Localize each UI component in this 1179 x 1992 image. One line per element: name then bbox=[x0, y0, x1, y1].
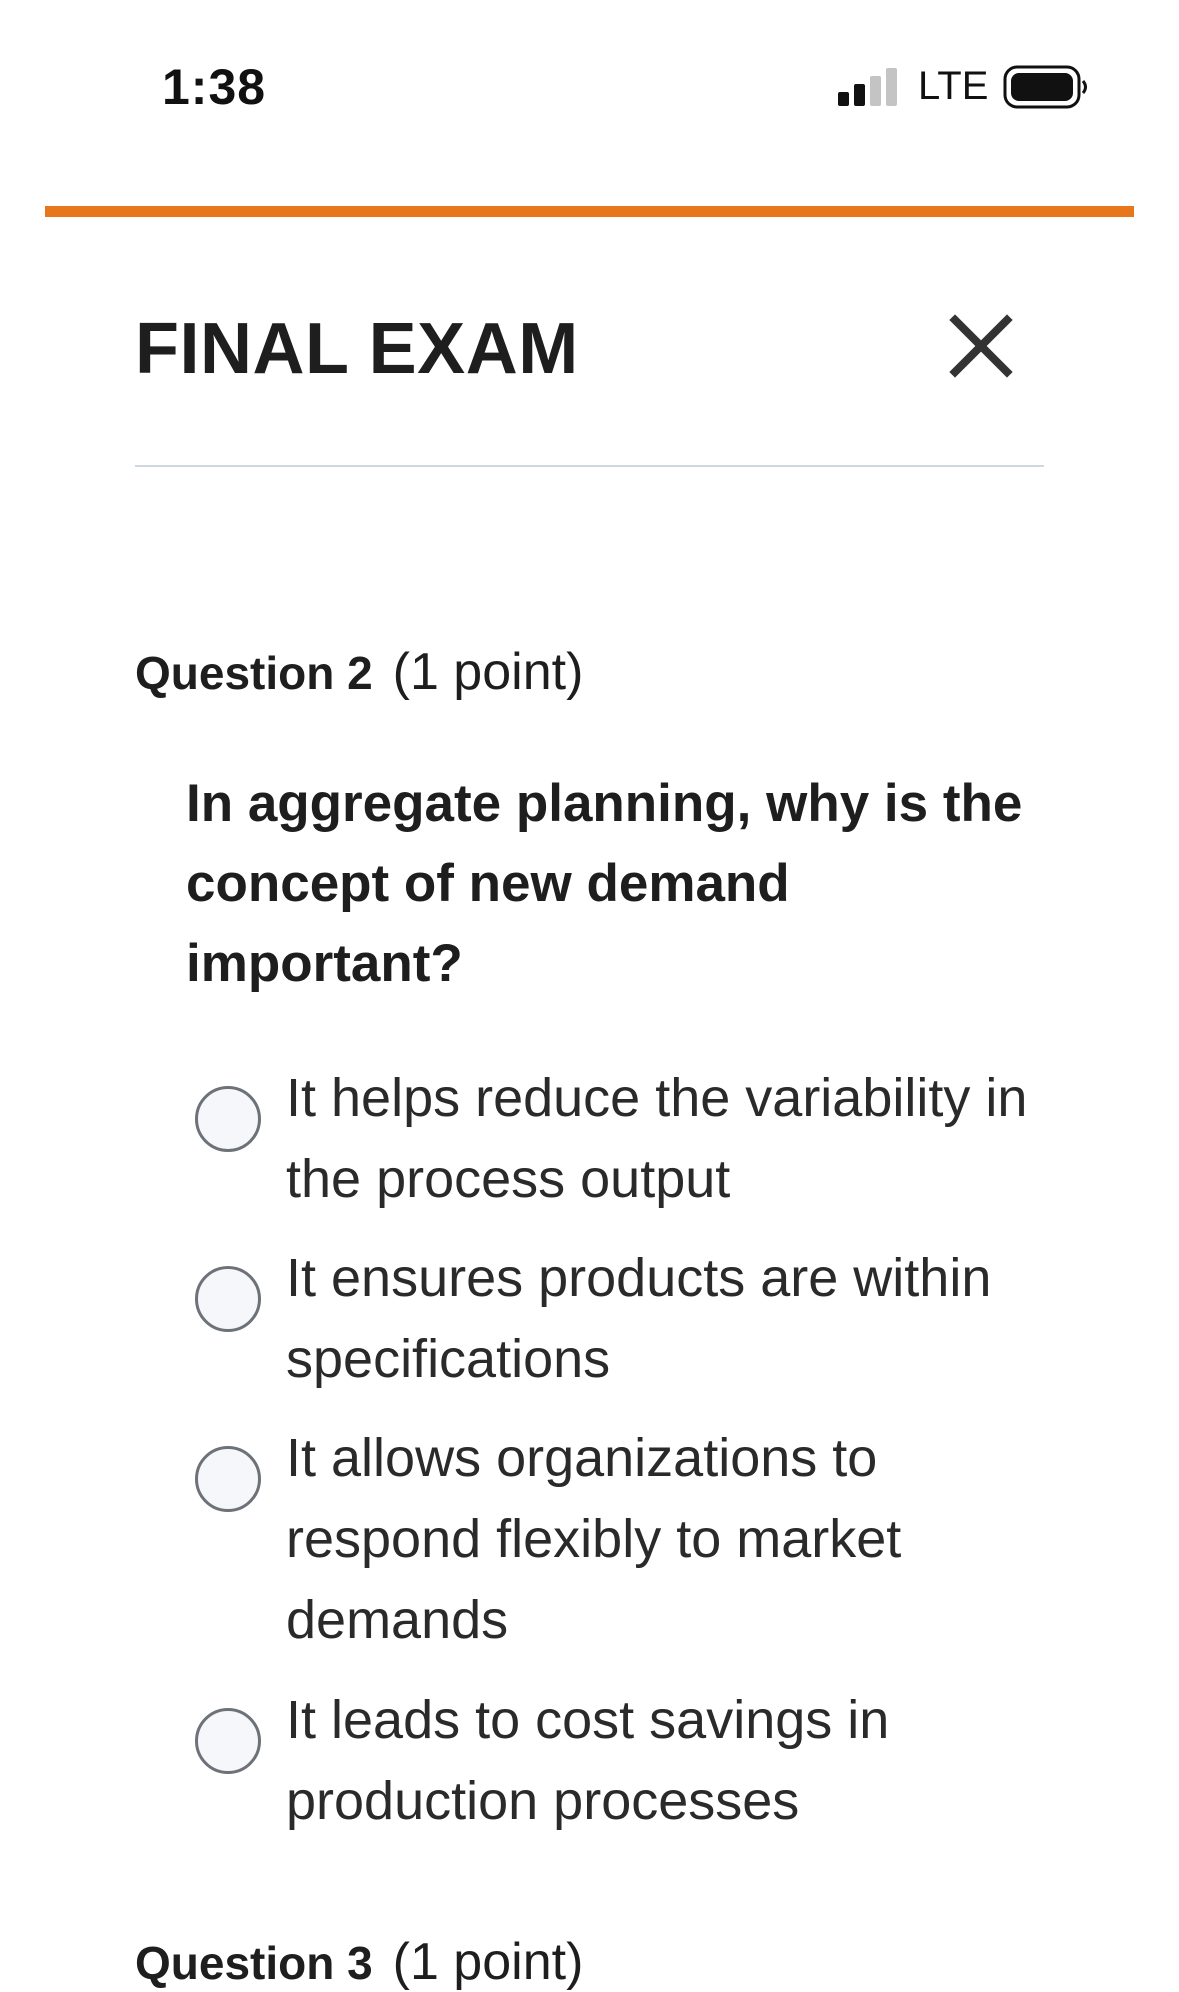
battery-icon bbox=[1003, 65, 1087, 109]
answer-option-label[interactable]: It leads to cost savings in production p… bbox=[286, 1680, 1086, 1842]
close-icon[interactable] bbox=[945, 310, 1017, 382]
question-header: Question 2 (1 point) bbox=[135, 642, 583, 702]
close-button[interactable] bbox=[945, 310, 1017, 382]
radio-button[interactable] bbox=[195, 1266, 261, 1332]
answer-option-label[interactable]: It ensures products are within specifica… bbox=[286, 1238, 1086, 1400]
radio-button[interactable] bbox=[195, 1086, 261, 1152]
next-question-points: (1 point) bbox=[392, 1933, 584, 1991]
status-time: 1:38 bbox=[162, 59, 267, 115]
cellular-signal-icon bbox=[838, 68, 897, 106]
header-divider bbox=[135, 465, 1044, 467]
next-question-number: Question 3 bbox=[135, 1937, 373, 1989]
answer-option-label[interactable]: It allows organizations to respond flexi… bbox=[286, 1418, 1086, 1661]
accent-bar bbox=[45, 206, 1134, 217]
status-bar: 1:38 LTE bbox=[0, 0, 1179, 180]
page-title: FINAL EXAM bbox=[135, 309, 579, 389]
question-text: In aggregate planning, why is the concep… bbox=[186, 774, 1023, 993]
radio-button[interactable] bbox=[195, 1708, 261, 1774]
question-points: (1 point) bbox=[392, 643, 584, 701]
answer-option-label[interactable]: It helps reduce the variability in the p… bbox=[286, 1058, 1086, 1220]
network-label: LTE bbox=[918, 64, 989, 108]
radio-button[interactable] bbox=[195, 1446, 261, 1512]
next-question-header: Question 3 (1 point) bbox=[135, 1932, 583, 1992]
question-number: Question 2 bbox=[135, 647, 373, 699]
